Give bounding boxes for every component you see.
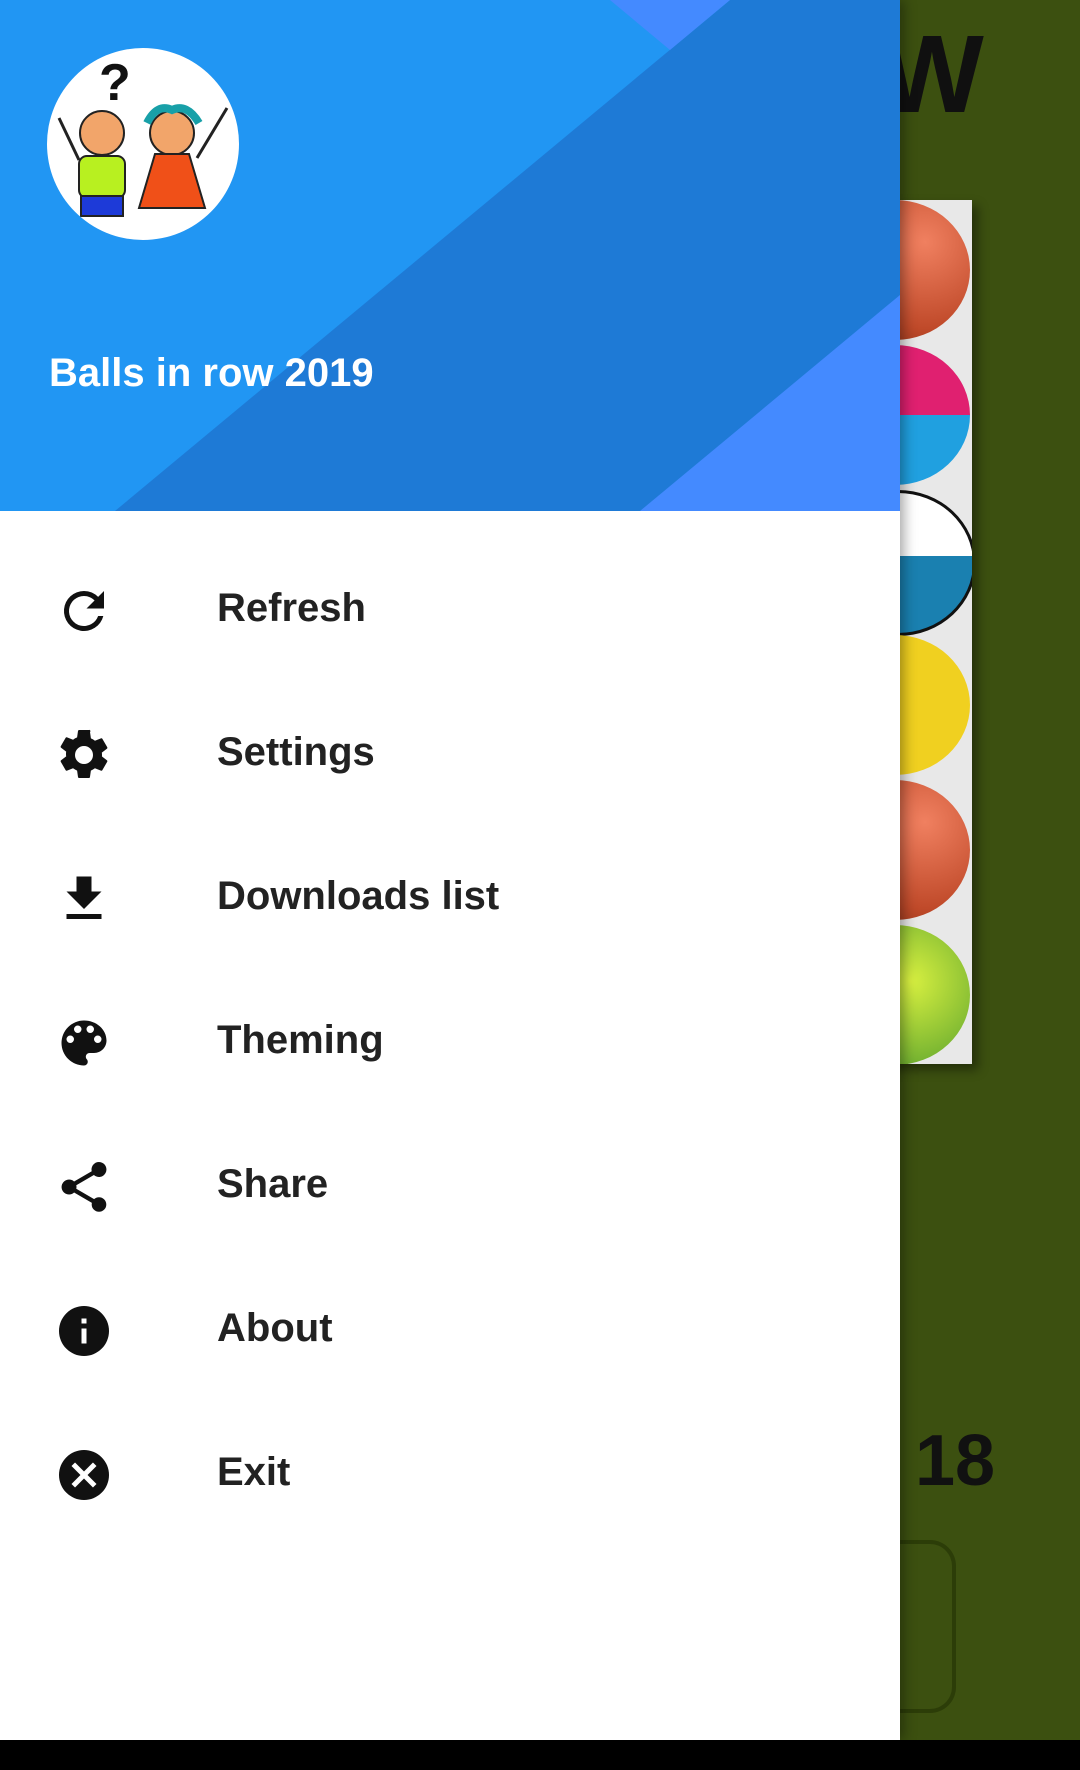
- menu-item-label: Exit: [217, 1450, 291, 1494]
- refresh-icon: [63, 590, 104, 631]
- system-navigation-bar: [0, 1740, 1080, 1770]
- menu-item-label: Theming: [217, 1018, 384, 1062]
- download-icon: [66, 876, 102, 919]
- menu-item-label: Downloads list: [217, 874, 500, 918]
- kids-logo-icon: ?: [57, 54, 229, 217]
- menu-item-label: Share: [217, 1162, 329, 1206]
- menu-item-label: Refresh: [217, 586, 366, 630]
- menu-item-label: Settings: [217, 730, 375, 774]
- background-score: 18: [915, 1421, 996, 1501]
- menu-item-exit[interactable]: Exit: [0, 1401, 900, 1545]
- menu-item-label: About: [217, 1306, 333, 1350]
- menu-item-share[interactable]: Share: [0, 1113, 900, 1257]
- close-circle-icon: [59, 1450, 109, 1500]
- menu-item-refresh[interactable]: Refresh: [0, 537, 900, 681]
- app-title: Balls in row 2019: [49, 351, 374, 395]
- menu-item-theming[interactable]: Theming: [0, 969, 900, 1113]
- drawer-menu: Refresh Settings Downloads list Theming …: [0, 537, 900, 1545]
- avatar[interactable]: ?: [47, 48, 239, 240]
- menu-item-about[interactable]: About: [0, 1257, 900, 1401]
- menu-item-downloads[interactable]: Downloads list: [0, 825, 900, 969]
- info-icon: [59, 1306, 109, 1356]
- palette-icon: [61, 1020, 107, 1066]
- menu-item-settings[interactable]: Settings: [0, 681, 900, 825]
- gear-icon: [60, 729, 108, 778]
- svg-text:?: ?: [99, 54, 131, 112]
- share-icon: [61, 1162, 107, 1212]
- drawer-header: ? Balls in row 2019: [0, 0, 900, 511]
- navigation-drawer: ? Balls in row 2019 Refresh Settings Dow…: [0, 0, 900, 1740]
